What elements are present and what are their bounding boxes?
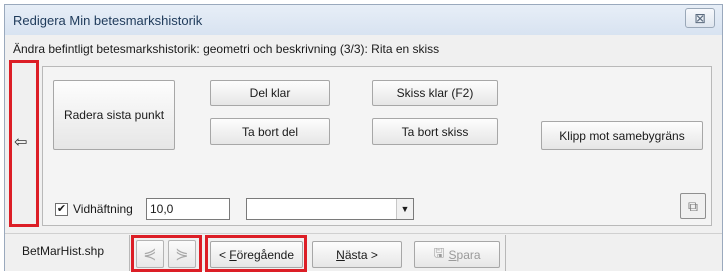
nasta-accel: N xyxy=(336,247,345,262)
window-title: Redigera Min betesmarkshistorik xyxy=(13,13,203,28)
next-arrow-icon: ⋟ xyxy=(175,246,189,263)
ta-bort-skiss-button[interactable]: Ta bort skiss xyxy=(372,118,498,145)
collapse-arrow-icon: ⇦ xyxy=(14,134,28,151)
layer-select[interactable]: ▼ xyxy=(246,198,414,220)
close-button[interactable]: ⊠ xyxy=(685,8,715,28)
del-klar-button[interactable]: Del klar xyxy=(210,80,330,106)
vidhaftning-label: Vidhäftning xyxy=(73,202,133,216)
check-icon: ✔ xyxy=(56,203,67,215)
skiss-klar-button[interactable]: Skiss klar (F2) xyxy=(372,80,498,106)
foregaende-rest: öregående xyxy=(236,247,295,262)
spara-button[interactable]: 🖫 Spara xyxy=(414,241,500,268)
nasta-button[interactable]: Nästa > xyxy=(312,241,402,268)
foregaende-button[interactable]: < Föregående xyxy=(210,241,303,268)
spara-accel: S xyxy=(448,247,457,262)
ta-bort-del-button[interactable]: Ta bort del xyxy=(210,118,330,145)
first-record-button[interactable]: ⋞ xyxy=(136,240,164,268)
foregaende-prefix: < xyxy=(218,247,230,262)
nasta-rest: ästa > xyxy=(344,247,378,262)
vidhaftning-input[interactable]: 10,0 xyxy=(146,198,230,220)
save-icon: 🖫 xyxy=(433,244,445,260)
close-icon: ⊠ xyxy=(694,9,706,26)
first-arrow-icon: ⋞ xyxy=(143,246,157,263)
collapse-strip[interactable]: ⇦ xyxy=(9,62,37,228)
footer-divider xyxy=(129,235,130,271)
chevron-down-icon[interactable]: ▼ xyxy=(396,199,413,219)
vidhaftning-checkbox[interactable]: ✔ xyxy=(55,203,68,216)
file-name-label: BetMarHist.shp xyxy=(22,244,105,258)
export-button[interactable]: ⧉ xyxy=(680,193,706,219)
step-subtitle: Ändra befintligt betesmarkshistorik: geo… xyxy=(13,42,440,56)
foregaende-accel: F xyxy=(229,247,237,262)
radera-sista-punkt-button[interactable]: Radera sista punkt xyxy=(53,80,175,150)
klipp-mot-samebygrans-button[interactable]: Klipp mot samebygräns xyxy=(541,121,703,150)
spara-rest: para xyxy=(456,247,481,262)
export-icon: ⧉ xyxy=(688,197,698,214)
previous-record-button[interactable]: ⋟ xyxy=(168,240,196,268)
footer-divider-2 xyxy=(505,235,506,271)
